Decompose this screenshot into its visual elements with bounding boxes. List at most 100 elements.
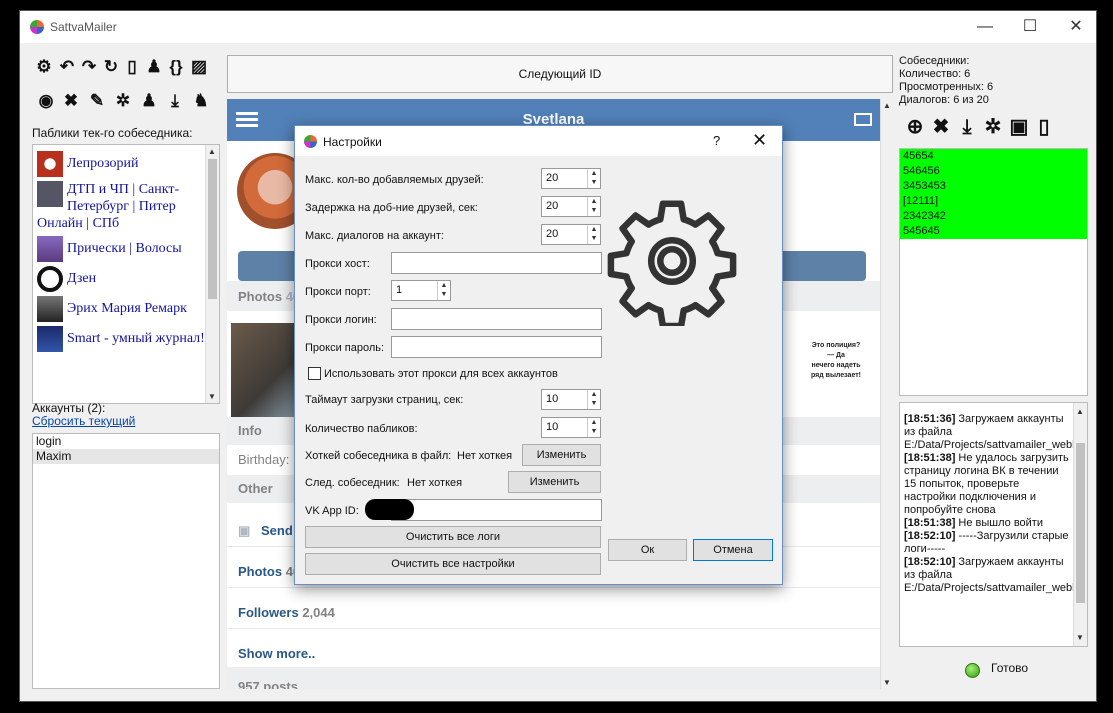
loading-icon[interactable]: ✲ (982, 116, 1004, 138)
settings-icon[interactable]: ⚙ (33, 56, 55, 78)
app-id-label: VK App ID: (305, 505, 359, 517)
posts-header: 957 posts (227, 673, 880, 689)
dialog-title-bar: Настройки ? ✕ (295, 126, 782, 156)
user-key-icon[interactable]: ♟ (143, 56, 165, 78)
users-icon[interactable]: ♟ (138, 90, 160, 112)
log-panel[interactable]: [18:51:36] Загружаем аккаунты из файла E… (899, 402, 1088, 647)
birthday-label: Birthday: (238, 452, 290, 467)
change-hotkey-next-button[interactable]: Изменить (508, 471, 601, 493)
smart-logo-icon (37, 326, 63, 352)
user-circle-icon[interactable]: ◉ (35, 90, 57, 112)
undo-icon[interactable]: ↶ (56, 56, 78, 78)
save-icon[interactable]: ▣ (1008, 116, 1030, 138)
list-item[interactable]: 45654 (900, 149, 1087, 164)
mail-icon[interactable] (854, 113, 872, 126)
proxy-login-label: Прокси логин: (305, 314, 377, 326)
status-text: Готово (991, 661, 1029, 675)
publics-count-label: Количество пабликов: (305, 423, 418, 435)
clear-logs-button[interactable]: Очистить все логи (305, 526, 601, 548)
timeout-label: Таймаут загрузки страниц, сек: (305, 394, 464, 406)
proxy-password-label: Прокси пароль: (305, 342, 385, 354)
cancel-button[interactable]: Отмена (693, 539, 773, 561)
account-item[interactable]: login (33, 434, 219, 449)
edit-icon[interactable]: ✎ (86, 90, 108, 112)
download-icon[interactable]: ⤓ (164, 90, 186, 112)
max-dialogs-label: Макс. диалогов на аккаунт: (305, 230, 444, 242)
list-item[interactable]: 546456 (900, 164, 1087, 179)
photo-thumbnail[interactable] (231, 323, 301, 419)
list-item[interactable]: Лепрозорий (33, 145, 219, 179)
account-item[interactable]: Maxim (33, 449, 219, 464)
log-scrollbar[interactable]: ▲ ▼ (1073, 403, 1087, 646)
refresh-icon[interactable]: ↻ (100, 56, 122, 78)
proxy-host-input[interactable] (391, 252, 602, 274)
zen-logo-icon (37, 266, 63, 292)
meme-thumbnail[interactable]: Это полиция? — Да нечего надеть ряд выле… (793, 323, 879, 419)
maximize-button[interactable]: ☐ (1015, 16, 1045, 38)
publics-list[interactable]: Лепрозорий ДТП и ЧП | Санкт-Петербург | … (32, 144, 220, 404)
ok-button[interactable]: Ок (608, 539, 687, 561)
new-file-icon[interactable]: ▯ (1033, 116, 1055, 138)
publics-count-spinner[interactable]: 10 ▲ ▼ (541, 417, 601, 438)
delete-icon[interactable]: ✖ (60, 90, 82, 112)
user-settings-icon[interactable]: ♞ (190, 90, 212, 112)
help-button[interactable]: ? (713, 133, 720, 148)
close-button[interactable]: ✕ (1061, 16, 1091, 38)
download-icon[interactable]: ⤓ (956, 116, 978, 138)
list-item[interactable]: Дзен (33, 264, 219, 294)
reset-current-link[interactable]: Сбросить текущий (32, 414, 135, 428)
change-hotkey-file-button[interactable]: Изменить (522, 444, 601, 466)
list-item[interactable]: 3453453 (900, 179, 1087, 194)
timeout-spinner[interactable]: 10 ▲ ▼ (541, 389, 601, 410)
next-id-button[interactable]: Следующий ID (227, 55, 893, 93)
log-entry: [18:52:10] -----Загрузили старые логи---… (904, 530, 1069, 555)
redo-icon[interactable]: ↷ (78, 56, 100, 78)
list-item[interactable]: 2342342 (900, 209, 1087, 224)
add-circle-icon[interactable]: ⊕ (904, 116, 926, 138)
status-indicator-icon (965, 663, 980, 678)
clear-settings-button[interactable]: Очистить все настройки (305, 553, 601, 575)
list-item[interactable]: [12111] (900, 194, 1087, 209)
proxy-port-spinner[interactable]: 1 ▲ ▼ (391, 280, 451, 301)
followers-link[interactable]: Followers 2,044 (238, 605, 335, 620)
delay-spinner[interactable]: 20 ▲ ▼ (541, 196, 601, 217)
list-item[interactable]: Smart - умный журнал! (33, 324, 219, 354)
max-dialogs-spinner[interactable]: 20 ▲ ▼ (541, 224, 601, 245)
accounts-label: Аккаунты (2): (32, 401, 106, 415)
list-item[interactable]: 545645 (900, 224, 1087, 239)
publics-label: Паблики тек-го собеседника: (32, 126, 193, 140)
proxy-login-input[interactable] (391, 308, 602, 330)
proxy-all-checkbox[interactable] (308, 367, 321, 380)
hotkey-next-label: След. собеседник: (305, 477, 400, 489)
list-item[interactable]: Эрих Мария Ремарк (33, 294, 219, 324)
proxy-all-label: Использовать этот прокси для всех аккаун… (324, 368, 558, 380)
window-title: SattvaMailer (50, 20, 117, 34)
proxy-password-input[interactable] (391, 336, 602, 358)
max-friends-spinner[interactable]: 20 ▲ ▼ (541, 168, 601, 189)
publics-scrollbar[interactable]: ▲ ▼ (205, 145, 219, 403)
vk-scrollbar[interactable]: ▲ ▼ (880, 99, 894, 689)
app-id-input[interactable] (391, 499, 602, 521)
minimize-button[interactable]: — (970, 16, 1000, 38)
log-entry: [18:52:10] Загружаем аккаунты из файла E… (904, 556, 1087, 594)
leprosorium-logo-icon (37, 151, 63, 177)
app-logo-icon (304, 135, 317, 148)
redaction-mark (365, 499, 414, 520)
braces-icon[interactable]: {} (165, 56, 187, 78)
image-icon[interactable]: ▨ (188, 56, 210, 78)
delete-icon[interactable]: ✖ (930, 116, 952, 138)
ids-list[interactable]: 45654 546456 3453453 [12111] 2342342 545… (899, 148, 1088, 396)
delay-label: Задержка на доб-ние друзей, сек: (305, 202, 478, 214)
list-item[interactable]: Прически | Волосы (33, 234, 219, 264)
phone-icon[interactable]: ▯ (121, 56, 143, 78)
gift-icon: ▣ (238, 523, 251, 538)
accounts-list[interactable]: login Maxim (32, 433, 220, 689)
log-entry: [18:51:38] Не вышло войти (904, 517, 1043, 529)
show-more-link[interactable]: Show more.. (238, 646, 315, 661)
dtp-logo-icon (37, 181, 63, 207)
list-item[interactable]: ДТП и ЧП | Санкт-Петербург | Питер Онлай… (33, 179, 219, 234)
dialog-close-button[interactable]: ✕ (752, 130, 767, 151)
loading-icon[interactable]: ✲ (112, 90, 134, 112)
log-entry: [18:51:36] Загружаем аккаунты из файла E… (904, 413, 1087, 451)
dialog-title: Настройки (323, 135, 382, 149)
